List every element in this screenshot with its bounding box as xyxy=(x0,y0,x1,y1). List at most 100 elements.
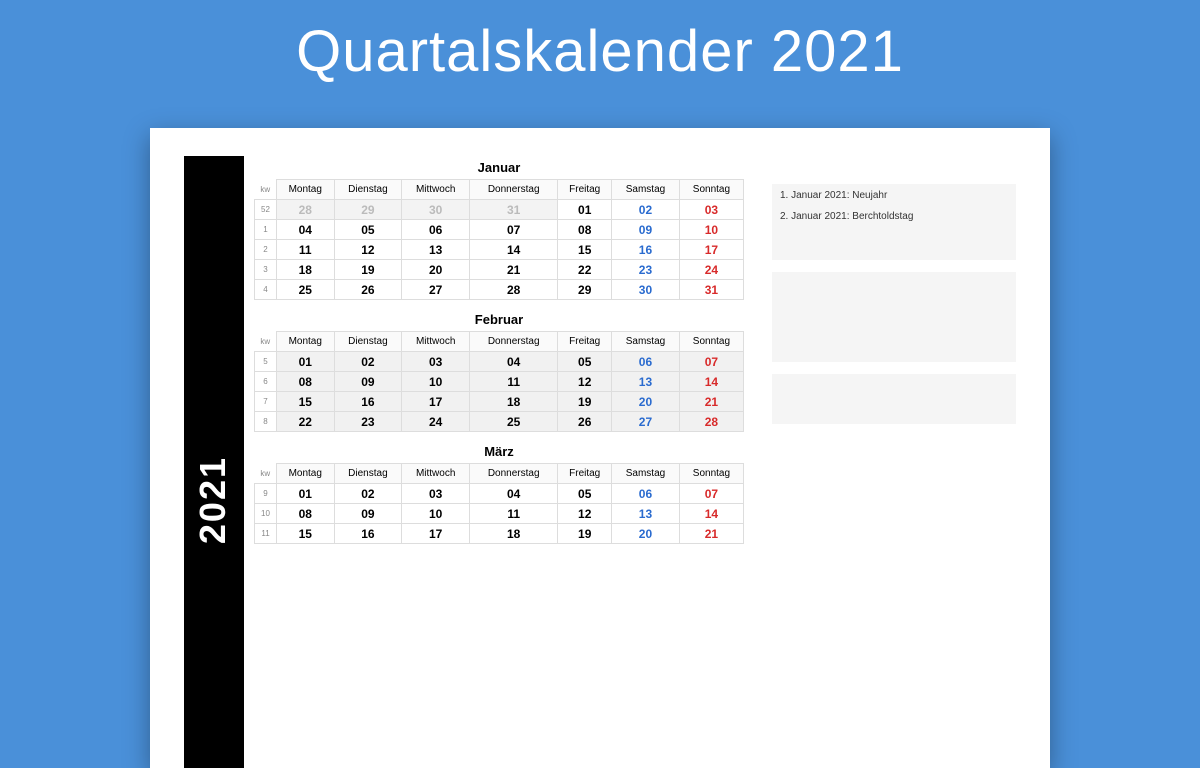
day-cell: 02 xyxy=(334,352,402,372)
day-cell: 16 xyxy=(334,524,402,544)
day-cell: 10 xyxy=(402,372,470,392)
day-cell: 17 xyxy=(679,240,743,260)
day-cell: 09 xyxy=(612,220,680,240)
day-cell: 28 xyxy=(470,280,558,300)
calendar-week-row: 425262728293031 xyxy=(255,280,744,300)
day-cell: 23 xyxy=(334,412,402,432)
day-cell: 21 xyxy=(470,260,558,280)
kw-cell: 8 xyxy=(255,412,277,432)
kw-header: kw xyxy=(255,332,277,352)
day-cell: 28 xyxy=(277,200,335,220)
day-cell: 08 xyxy=(558,220,612,240)
month-name: Januar xyxy=(254,156,744,179)
calendar-week-row: 1008091011121314 xyxy=(255,504,744,524)
day-cell: 29 xyxy=(334,200,402,220)
day-cell: 23 xyxy=(612,260,680,280)
kw-cell: 11 xyxy=(255,524,277,544)
day-cell: 03 xyxy=(402,352,470,372)
day-cell: 09 xyxy=(334,504,402,524)
day-cell: 03 xyxy=(402,484,470,504)
day-cell: 18 xyxy=(470,392,558,412)
weekday-header: Freitag xyxy=(558,332,612,352)
weekday-header: Mittwoch xyxy=(402,332,470,352)
kw-cell: 6 xyxy=(255,372,277,392)
day-cell: 30 xyxy=(402,200,470,220)
note-entry: 1. Januar 2021: Neujahr xyxy=(780,190,1008,201)
kw-cell: 10 xyxy=(255,504,277,524)
day-cell: 13 xyxy=(402,240,470,260)
month-maerz: März kw Montag Dienstag Mittwoch Donners… xyxy=(254,440,744,544)
day-cell: 20 xyxy=(612,524,680,544)
weekday-header: Montag xyxy=(277,180,335,200)
day-cell: 06 xyxy=(612,484,680,504)
weekday-header: Dienstag xyxy=(334,180,402,200)
calendar-week-row: 1115161718192021 xyxy=(255,524,744,544)
notes-column: 1. Januar 2021: Neujahr 2. Januar 2021: … xyxy=(744,156,1016,768)
calendar-week-row: 715161718192021 xyxy=(255,392,744,412)
month-body: 5010203040506076080910111213147151617181… xyxy=(255,352,744,432)
day-cell: 13 xyxy=(612,372,680,392)
day-cell: 16 xyxy=(612,240,680,260)
day-cell: 14 xyxy=(679,372,743,392)
day-cell: 27 xyxy=(402,280,470,300)
day-cell: 17 xyxy=(402,524,470,544)
day-cell: 06 xyxy=(402,220,470,240)
year-label: 2021 xyxy=(192,456,234,544)
kw-cell: 3 xyxy=(255,260,277,280)
kw-header: kw xyxy=(255,464,277,484)
day-cell: 07 xyxy=(470,220,558,240)
weekday-header: Freitag xyxy=(558,180,612,200)
kw-cell: 4 xyxy=(255,280,277,300)
day-cell: 24 xyxy=(402,412,470,432)
day-cell: 11 xyxy=(470,372,558,392)
day-cell: 14 xyxy=(679,504,743,524)
day-cell: 18 xyxy=(470,524,558,544)
day-cell: 02 xyxy=(334,484,402,504)
weekday-header: Sonntag xyxy=(679,180,743,200)
day-cell: 20 xyxy=(612,392,680,412)
day-cell: 04 xyxy=(470,352,558,372)
day-cell: 06 xyxy=(612,352,680,372)
day-cell: 07 xyxy=(679,484,743,504)
calendar-week-row: 608091011121314 xyxy=(255,372,744,392)
day-cell: 05 xyxy=(558,484,612,504)
month-name: März xyxy=(254,440,744,463)
month-name: Februar xyxy=(254,308,744,331)
day-cell: 05 xyxy=(334,220,402,240)
day-cell: 27 xyxy=(612,412,680,432)
day-cell: 21 xyxy=(679,392,743,412)
day-cell: 31 xyxy=(470,200,558,220)
calendar-week-row: 211121314151617 xyxy=(255,240,744,260)
day-cell: 11 xyxy=(277,240,335,260)
month-table: kw Montag Dienstag Mittwoch Donnerstag F… xyxy=(254,463,744,544)
note-entry: 2. Januar 2021: Berchtoldstag xyxy=(780,211,1008,222)
weekday-header: Montag xyxy=(277,464,335,484)
day-cell: 30 xyxy=(612,280,680,300)
weekday-header: Mittwoch xyxy=(402,464,470,484)
day-cell: 01 xyxy=(277,352,335,372)
day-cell: 03 xyxy=(679,200,743,220)
day-cell: 22 xyxy=(277,412,335,432)
calendar-week-row: 318192021222324 xyxy=(255,260,744,280)
month-body: 9010203040506071008091011121314111516171… xyxy=(255,484,744,544)
calendar-week-row: 822232425262728 xyxy=(255,412,744,432)
day-cell: 07 xyxy=(679,352,743,372)
day-cell: 04 xyxy=(470,484,558,504)
kw-cell: 2 xyxy=(255,240,277,260)
weekday-header: Donnerstag xyxy=(470,464,558,484)
kw-cell: 52 xyxy=(255,200,277,220)
weekday-header: Freitag xyxy=(558,464,612,484)
kw-cell: 9 xyxy=(255,484,277,504)
day-cell: 18 xyxy=(277,260,335,280)
day-cell: 21 xyxy=(679,524,743,544)
day-cell: 02 xyxy=(612,200,680,220)
day-cell: 28 xyxy=(679,412,743,432)
day-cell: 01 xyxy=(277,484,335,504)
weekday-header: Samstag xyxy=(612,180,680,200)
day-cell: 10 xyxy=(679,220,743,240)
day-cell: 08 xyxy=(277,504,335,524)
day-cell: 19 xyxy=(334,260,402,280)
weekday-header: Donnerstag xyxy=(470,332,558,352)
day-cell: 19 xyxy=(558,524,612,544)
weekday-header: Samstag xyxy=(612,332,680,352)
